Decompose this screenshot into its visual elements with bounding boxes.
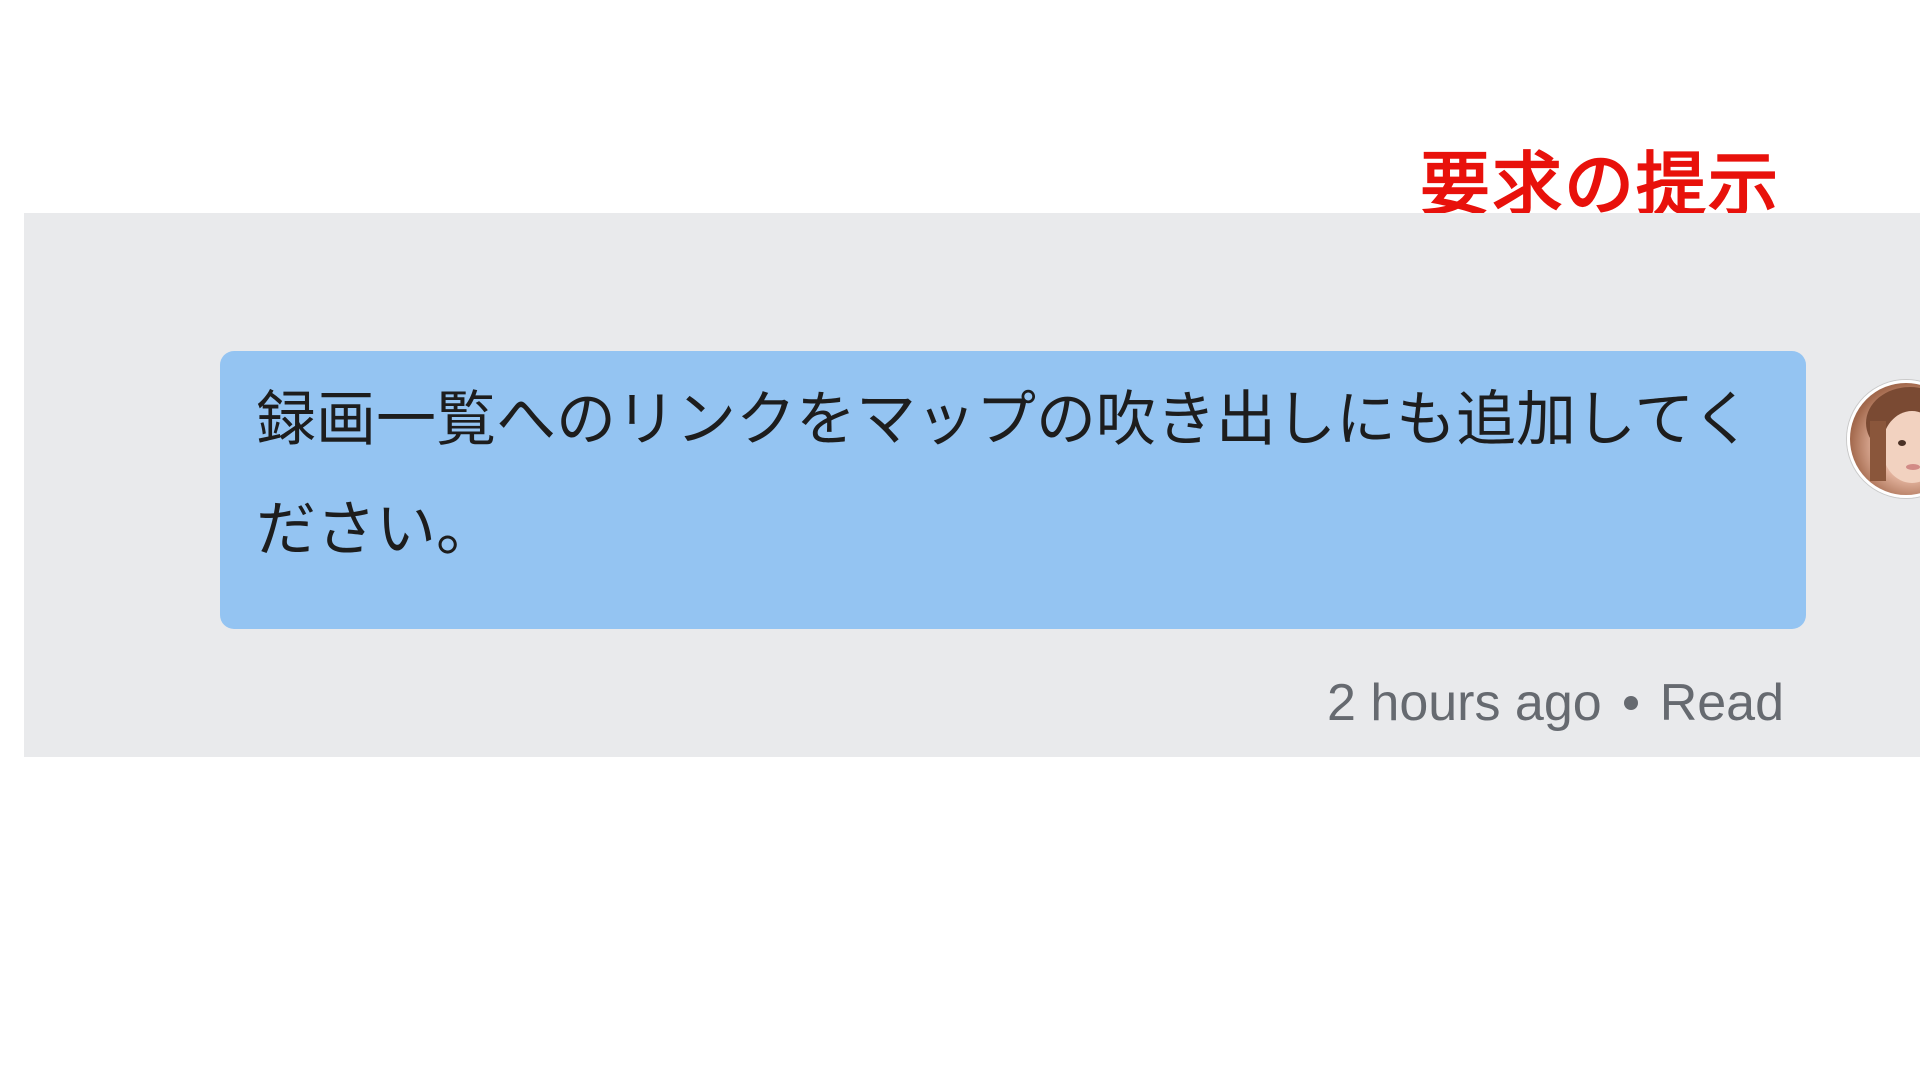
message-timestamp: 2 hours ago bbox=[1327, 674, 1602, 732]
message-text: 録画一覧へのリンクをマップの吹き出しにも追加してください。 bbox=[256, 385, 1753, 565]
message-bubble[interactable]: 録画一覧へのリンクをマップの吹き出しにも追加してください。 bbox=[220, 351, 1806, 629]
bullet-dot-icon bbox=[1623, 696, 1638, 710]
chat-panel: 録画一覧へのリンクをマップの吹き出しにも追加してください。 2 hours ag… bbox=[24, 213, 1920, 757]
read-status: Read bbox=[1659, 674, 1784, 732]
page: 要求の提示 録画一覧へのリンクをマップの吹き出しにも追加してください。 2 ho… bbox=[0, 0, 1920, 1080]
user-avatar-icon[interactable] bbox=[1847, 380, 1920, 498]
annotation-label: 要求の提示 bbox=[1420, 144, 1780, 226]
message-meta: 2 hours ago Read bbox=[1327, 673, 1784, 733]
